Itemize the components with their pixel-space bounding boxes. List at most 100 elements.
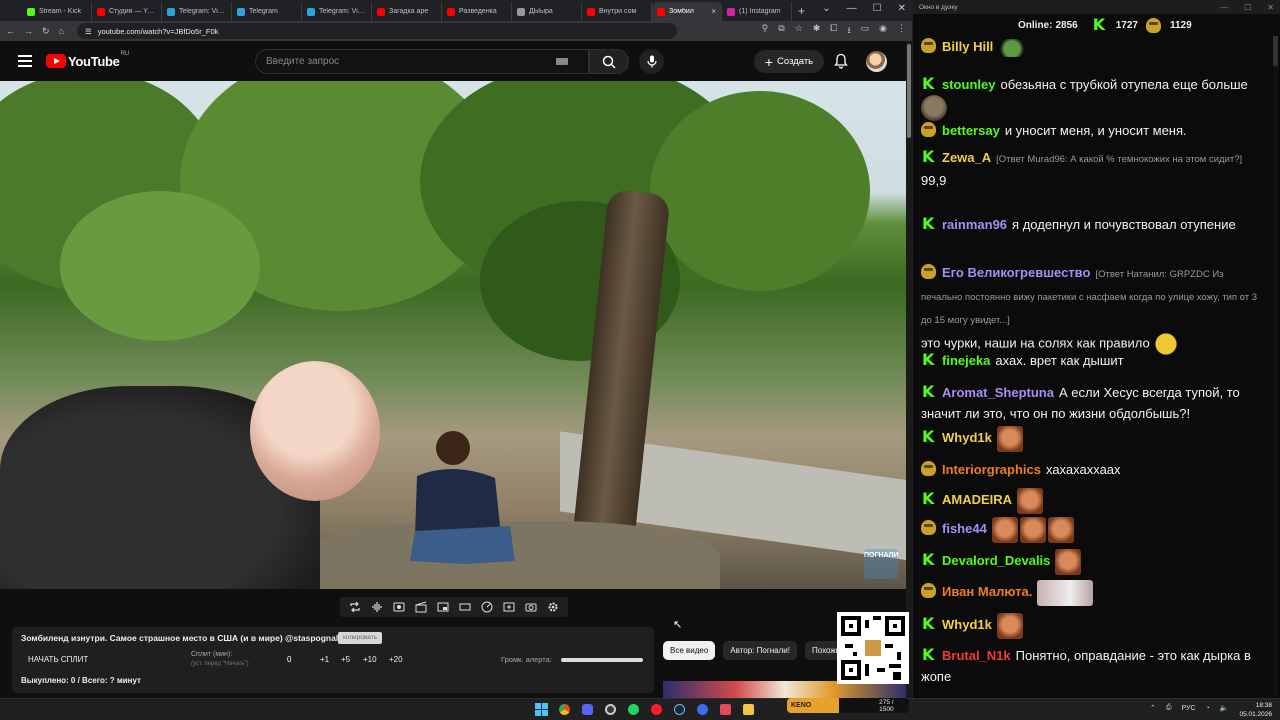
keyboard-icon[interactable] xyxy=(556,58,568,65)
video-player[interactable]: ПОГНАЛИ xyxy=(0,81,906,589)
start-split-button[interactable]: НАЧАТЬ СПЛИТ xyxy=(28,655,88,664)
browser-tab[interactable]: Разведенка xyxy=(442,2,512,21)
theater-icon[interactable] xyxy=(459,601,472,614)
capture-app-icon[interactable] xyxy=(717,701,734,718)
close-window-button[interactable]: ✕ xyxy=(898,3,906,14)
chat-close-button[interactable]: ✕ xyxy=(1267,3,1274,12)
record-icon[interactable] xyxy=(393,601,406,614)
browser-tab[interactable]: Студия — YouTube xyxy=(92,2,162,21)
install-icon[interactable]: ⧉ xyxy=(778,23,784,39)
clapper-icon[interactable] xyxy=(415,601,428,614)
chat-username[interactable]: Whyd1k xyxy=(942,430,992,445)
chat-username[interactable]: fishe44 xyxy=(942,521,987,536)
chip-all-videos[interactable]: Все видео xyxy=(663,641,716,660)
browser-tab[interactable]: Зомбил × xyxy=(652,2,722,21)
chat-username[interactable]: Interiorgraphics xyxy=(942,462,1041,477)
zoom-icon[interactable]: ⚲ xyxy=(762,23,769,39)
chat-username[interactable]: Billy Hill xyxy=(942,39,993,54)
close-tab-icon[interactable]: × xyxy=(711,7,716,16)
chat-username[interactable]: Zewa_A xyxy=(942,150,991,165)
voice-search-button[interactable] xyxy=(639,49,664,74)
discord-icon[interactable] xyxy=(579,701,596,718)
spotify-icon[interactable] xyxy=(625,701,642,718)
tray-overflow-icon[interactable]: ⌃ xyxy=(1150,704,1156,712)
chat-minimize-button[interactable]: — xyxy=(1220,3,1228,12)
increment-10-button[interactable]: +10 xyxy=(363,655,377,664)
start-button[interactable] xyxy=(533,701,550,718)
file-explorer-icon[interactable] xyxy=(740,701,757,718)
audio-icon[interactable] xyxy=(371,601,384,614)
forward-icon[interactable]: → xyxy=(24,26,33,36)
browser-tab[interactable]: Stream - Kick xyxy=(22,2,92,21)
more-icon[interactable]: ⋮ xyxy=(897,23,906,39)
youtube-logo[interactable]: YouTube RU xyxy=(46,51,129,69)
loop-icon[interactable] xyxy=(349,601,362,614)
alert-volume-slider[interactable] xyxy=(561,658,643,662)
chip-author[interactable]: Автор: Погнали! xyxy=(723,641,797,660)
opera-icon[interactable] xyxy=(648,701,665,718)
steam-icon[interactable] xyxy=(671,701,688,718)
browser-tab[interactable]: (1) Instagram xyxy=(722,2,792,21)
extension-icon[interactable]: ✱ xyxy=(813,23,821,39)
profile-icon[interactable]: ◉ xyxy=(879,23,887,39)
browser-tab[interactable]: Внутри сом xyxy=(582,2,652,21)
back-icon[interactable]: ← xyxy=(6,26,15,36)
chat-username[interactable]: Brutal_N1k xyxy=(942,648,1011,663)
account-avatar[interactable] xyxy=(866,51,887,72)
chat-username[interactable]: Whyd1k xyxy=(942,617,992,632)
screenshot-icon[interactable] xyxy=(525,601,538,614)
sidebar-icon[interactable]: ▭ xyxy=(861,23,870,39)
tab-search-icon[interactable]: ⌄ xyxy=(822,3,830,14)
create-button[interactable]: + Создать xyxy=(754,50,824,73)
menu-icon[interactable] xyxy=(18,55,32,67)
browser-tab[interactable]: ДЫыра xyxy=(512,2,582,21)
home-icon[interactable]: ⌂ xyxy=(59,26,64,36)
chat-username[interactable]: finejeka xyxy=(942,353,990,368)
url-field[interactable]: ☰ youtube.com/watch?v=JBfDo5r_F0k xyxy=(76,23,677,39)
chat-username[interactable]: rainman96 xyxy=(942,217,1007,232)
maximize-button[interactable]: ☐ xyxy=(873,3,882,14)
obs-icon[interactable] xyxy=(602,701,619,718)
chat-username[interactable]: Aromat_Sheptuna xyxy=(942,385,1054,400)
extensions-icon[interactable]: ⧠ xyxy=(830,23,837,39)
browser-tab[interactable]: Telegram: View xyxy=(162,2,232,21)
chat-username[interactable]: Devalord_Devalis xyxy=(942,553,1050,568)
reload-icon[interactable]: ↻ xyxy=(42,26,50,37)
chat-username[interactable]: Иван Малюта. xyxy=(942,584,1032,599)
browser-tab[interactable]: Telegram xyxy=(232,2,302,21)
speed-icon[interactable] xyxy=(481,601,494,614)
increment-1-button[interactable]: +1 xyxy=(320,655,329,664)
download-icon[interactable]: ⭳ xyxy=(847,23,850,39)
chat-maximize-button[interactable]: ☐ xyxy=(1244,3,1251,12)
chat-text: ахах. врет как дышит xyxy=(995,353,1124,368)
search-input[interactable] xyxy=(266,56,556,67)
minimize-button[interactable]: — xyxy=(847,3,857,14)
chat-message-list[interactable]: Billy Hill stounley обезьяна с трубкой оту… xyxy=(913,36,1280,696)
pip-icon[interactable] xyxy=(437,601,450,614)
input-icon[interactable]: ⎙ xyxy=(1166,704,1172,712)
copy-button[interactable]: копировать xyxy=(338,632,383,644)
wifi-icon[interactable]: ◔ xyxy=(1206,705,1210,712)
site-info-icon[interactable]: ☰ xyxy=(85,27,92,36)
search-button[interactable] xyxy=(589,49,629,74)
media-player-icon[interactable] xyxy=(694,701,711,718)
new-tab-button[interactable]: + xyxy=(798,4,805,18)
chat-scrollbar[interactable] xyxy=(1273,36,1278,696)
add-clip-icon[interactable] xyxy=(503,601,516,614)
split-value[interactable]: 0 xyxy=(287,655,291,664)
increment-5-button[interactable]: +5 xyxy=(341,655,350,664)
chat-username[interactable]: Его Великогревшество xyxy=(942,265,1090,280)
chat-username[interactable]: AMADEIRA xyxy=(942,492,1012,507)
increment-20-button[interactable]: +20 xyxy=(389,655,403,664)
volume-icon[interactable]: 🔈 xyxy=(1220,704,1229,712)
browser-tab[interactable]: Загадка аре xyxy=(372,2,442,21)
browser-tab[interactable]: Telegram: View xyxy=(302,2,372,21)
chat-username[interactable]: bettersay xyxy=(942,123,1000,138)
bookmark-icon[interactable]: ☆ xyxy=(795,23,803,39)
settings-gear-icon[interactable] xyxy=(547,601,560,614)
chat-username[interactable]: stounley xyxy=(942,77,995,92)
notifications-bell-icon[interactable] xyxy=(833,53,849,69)
chrome-icon[interactable] xyxy=(556,701,573,718)
clock[interactable]: 18:38 05.01.2026 xyxy=(1239,701,1272,719)
language-indicator[interactable]: РУС xyxy=(1181,705,1195,712)
